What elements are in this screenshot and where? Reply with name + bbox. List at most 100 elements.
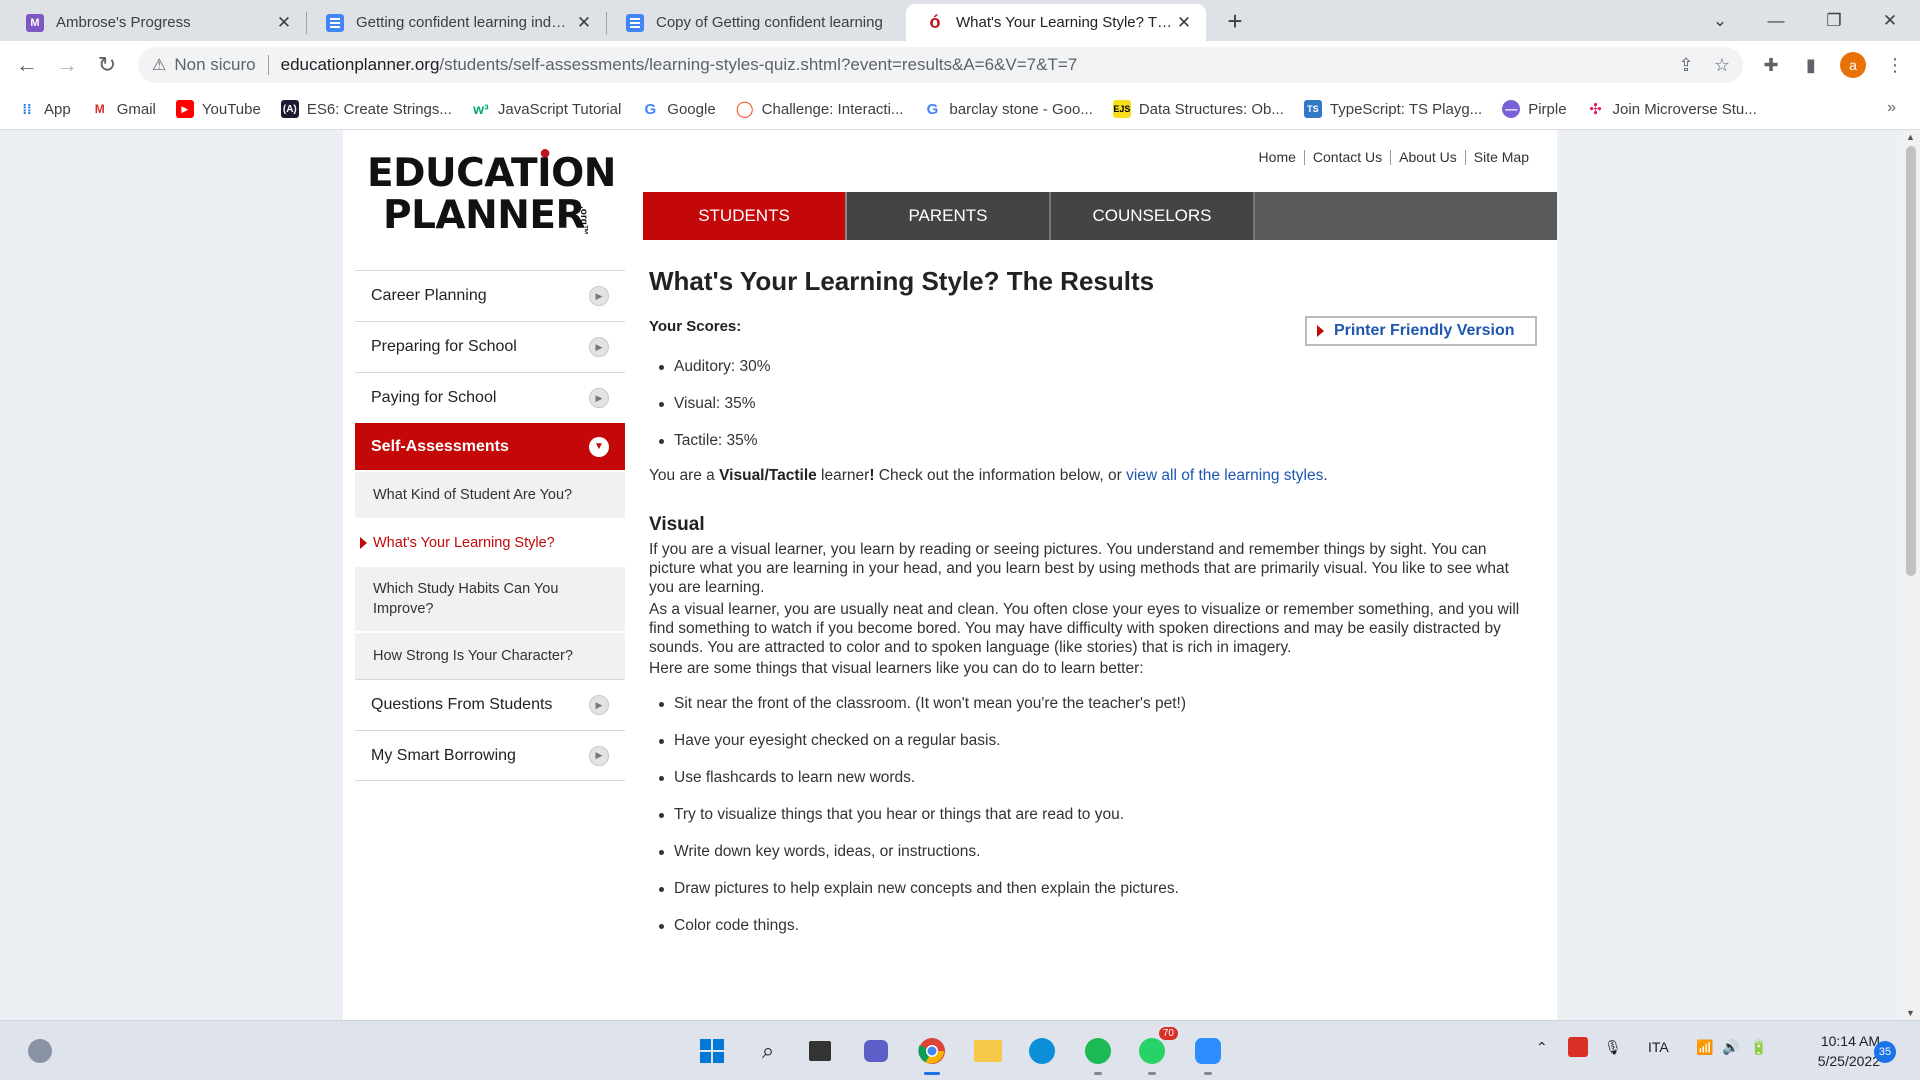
clock-date: 5/25/2022 bbox=[1817, 1053, 1880, 1069]
file-explorer-icon[interactable] bbox=[970, 1033, 1006, 1069]
bookmark-challenge[interactable]: ◯ Challenge: Interacti... bbox=[736, 100, 904, 119]
logo-suffix: .org™ bbox=[578, 206, 589, 235]
bookmark-es6[interactable]: (A) ES6: Create Strings... bbox=[280, 100, 452, 118]
acrobat-icon[interactable] bbox=[1568, 1037, 1588, 1057]
w3schools-icon: w³ bbox=[473, 101, 489, 117]
tab-ambrose-progress[interactable]: M Ambrose's Progress ✕ bbox=[6, 4, 306, 41]
result-text: learner bbox=[816, 467, 870, 484]
weather-widget-icon[interactable] bbox=[22, 1033, 58, 1069]
language-indicator[interactable]: ITA bbox=[1648, 1039, 1669, 1055]
bookmark-label: Pirple bbox=[1528, 100, 1567, 118]
tray-chevron-up-icon[interactable]: ⌃ bbox=[1536, 1039, 1548, 1056]
page-viewport: EDUCATION PLANNER ● .org™ Home Contact U… bbox=[0, 130, 1902, 1020]
back-icon[interactable]: ← bbox=[10, 48, 44, 82]
tab-copy-getting-confident[interactable]: Copy of Getting confident learning bbox=[606, 4, 906, 41]
restore-button[interactable]: ❐ bbox=[1806, 0, 1862, 41]
tip-item: Draw pictures to help explain new concep… bbox=[659, 879, 1186, 916]
sidebar-subitem-learning-style[interactable]: What's Your Learning Style? bbox=[355, 518, 625, 565]
close-icon[interactable]: ✕ bbox=[574, 13, 594, 33]
minimize-button[interactable]: — bbox=[1748, 0, 1804, 41]
task-view-icon[interactable] bbox=[802, 1033, 838, 1069]
education-planner-logo[interactable]: EDUCATION PLANNER ● .org™ bbox=[367, 142, 616, 242]
link-contact-us[interactable]: Contact Us bbox=[1303, 150, 1390, 165]
sidebar-subitem-character[interactable]: How Strong Is Your Character? bbox=[355, 631, 625, 679]
address-bar[interactable]: ⚠ Non sicuro educationplanner.org/studen… bbox=[138, 47, 1743, 83]
nav-parents[interactable]: PARENTS bbox=[847, 192, 1051, 240]
scroll-up-icon[interactable]: ▲ bbox=[1906, 132, 1915, 142]
page-scrollbar[interactable]: ▲ ▼ bbox=[1902, 130, 1920, 1020]
bookmark-javascript-tutorial[interactable]: w³ JavaScript Tutorial bbox=[472, 100, 621, 118]
bookmark-app[interactable]: ⁞⁞ App bbox=[18, 100, 70, 118]
page-container: EDUCATION PLANNER ● .org™ Home Contact U… bbox=[343, 130, 1557, 1020]
zoom-icon[interactable] bbox=[1190, 1033, 1226, 1075]
window-close-button[interactable]: ✕ bbox=[1862, 0, 1918, 41]
bookmark-label: Challenge: Interacti... bbox=[761, 100, 904, 118]
sidebar-subitem-what-kind-of-student[interactable]: What Kind of Student Are You? bbox=[355, 470, 625, 518]
link-site-map[interactable]: Site Map bbox=[1464, 150, 1537, 165]
spotify-icon[interactable] bbox=[1080, 1033, 1116, 1075]
sidebar-item-self-assessments[interactable]: Self-Assessments ▼ bbox=[355, 423, 625, 470]
sidebar-item-preparing-for-school[interactable]: Preparing for School ▶ bbox=[355, 321, 625, 372]
volume-icon[interactable]: 🔊 bbox=[1722, 1039, 1739, 1056]
wifi-icon[interactable]: 📶 bbox=[1696, 1039, 1713, 1056]
sidebar-item-questions-from-students[interactable]: Questions From Students ▶ bbox=[355, 679, 625, 730]
new-tab-button[interactable]: + bbox=[1220, 6, 1250, 36]
side-panel-icon[interactable]: ▮ bbox=[1796, 50, 1826, 80]
bookmark-pirple[interactable]: — Pirple bbox=[1502, 100, 1567, 118]
scroll-down-icon[interactable]: ▼ bbox=[1906, 1008, 1915, 1018]
close-icon[interactable]: ✕ bbox=[1174, 13, 1194, 33]
close-icon[interactable]: ✕ bbox=[274, 13, 294, 33]
warning-icon[interactable]: ⚠ bbox=[152, 55, 166, 75]
link-home[interactable]: Home bbox=[1251, 150, 1304, 165]
link-about-us[interactable]: About Us bbox=[1390, 150, 1465, 165]
bookmark-star-icon[interactable]: ☆ bbox=[1704, 47, 1740, 83]
page-title: What's Your Learning Style? The Results bbox=[649, 266, 1155, 296]
score-visual: Visual: 35% bbox=[659, 394, 771, 431]
microphone-icon[interactable]: 🎙 bbox=[1604, 1039, 1622, 1056]
pirple-icon: — bbox=[1502, 100, 1521, 118]
sidebar-item-paying-for-school[interactable]: Paying for School ▶ bbox=[355, 372, 625, 423]
nav-counselors[interactable]: COUNSELORS bbox=[1051, 192, 1255, 240]
battery-icon[interactable]: 🔋 bbox=[1750, 1039, 1767, 1056]
bookmark-barclay-stone[interactable]: Gbarclay stone - Goo... bbox=[923, 100, 1093, 118]
ambrose-icon: M bbox=[26, 13, 44, 32]
bookmark-data-structures[interactable]: EJS Data Structures: Ob... bbox=[1112, 100, 1284, 118]
whatsapp-icon[interactable]: 70 bbox=[1134, 1027, 1178, 1075]
result-statement: You are a Visual/Tactile learner! Check … bbox=[649, 466, 1529, 485]
sidebar-item-label: My Smart Borrowing bbox=[371, 746, 516, 764]
menu-icon[interactable]: ⋮ bbox=[1880, 50, 1910, 80]
tab-learning-style-results[interactable]: ó What's Your Learning Style? The Result… bbox=[906, 4, 1206, 41]
start-icon[interactable] bbox=[694, 1033, 730, 1069]
tip-item: Sit near the front of the classroom. (It… bbox=[659, 694, 1186, 731]
bookmark-youtube[interactable]: ▶ YouTube bbox=[175, 100, 261, 118]
search-icon[interactable]: ⌕ bbox=[750, 1033, 786, 1069]
extensions-icon[interactable]: ✚ bbox=[1756, 50, 1786, 80]
sidebar-item-career-planning[interactable]: Career Planning ▶ bbox=[355, 270, 625, 321]
profile-avatar[interactable]: a bbox=[1840, 52, 1866, 78]
bookmark-typescript[interactable]: TS TypeScript: TS Playg... bbox=[1303, 100, 1482, 118]
chat-icon[interactable] bbox=[858, 1033, 894, 1069]
reload-icon[interactable]: ↻ bbox=[90, 48, 124, 82]
scores-list: Auditory: 30% Visual: 35% Tactile: 35% bbox=[659, 357, 771, 468]
bookmark-microverse[interactable]: ✣ Join Microverse Stu... bbox=[1587, 100, 1757, 119]
share-icon[interactable]: ⇪ bbox=[1668, 47, 1704, 83]
security-label[interactable]: Non sicuro bbox=[174, 55, 255, 75]
forward-icon[interactable]: → bbox=[50, 48, 84, 82]
browser-toolbar: ← → ↻ ⚠ Non sicuro educationplanner.org /… bbox=[0, 41, 1920, 89]
tab-getting-confident[interactable]: Getting confident learning independently… bbox=[306, 4, 606, 41]
sidebar-subitem-study-habits[interactable]: Which Study Habits Can You Improve? bbox=[355, 565, 625, 631]
bookmark-gmail[interactable]: M Gmail bbox=[91, 100, 156, 118]
chrome-icon[interactable] bbox=[914, 1033, 950, 1075]
bookmarks-overflow-button[interactable]: » bbox=[1887, 99, 1896, 117]
bookmark-google[interactable]: G Google bbox=[641, 100, 715, 118]
tab-search-button[interactable]: ⌄ bbox=[1692, 0, 1748, 41]
bookmark-label: Join Microverse Stu... bbox=[1612, 100, 1757, 118]
notification-badge[interactable]: 35 bbox=[1874, 1041, 1896, 1063]
system-clock[interactable]: 10:14 AM 5/25/2022 bbox=[1790, 1031, 1880, 1071]
edge-icon[interactable] bbox=[1024, 1033, 1060, 1069]
printer-friendly-button[interactable]: Printer Friendly Version bbox=[1305, 316, 1537, 346]
sidebar-item-my-smart-borrowing[interactable]: My Smart Borrowing ▶ bbox=[355, 730, 625, 781]
scrollbar-thumb[interactable] bbox=[1906, 146, 1916, 576]
view-all-learning-styles-link[interactable]: view all of the learning styles bbox=[1126, 467, 1323, 484]
nav-students[interactable]: STUDENTS bbox=[643, 192, 847, 240]
